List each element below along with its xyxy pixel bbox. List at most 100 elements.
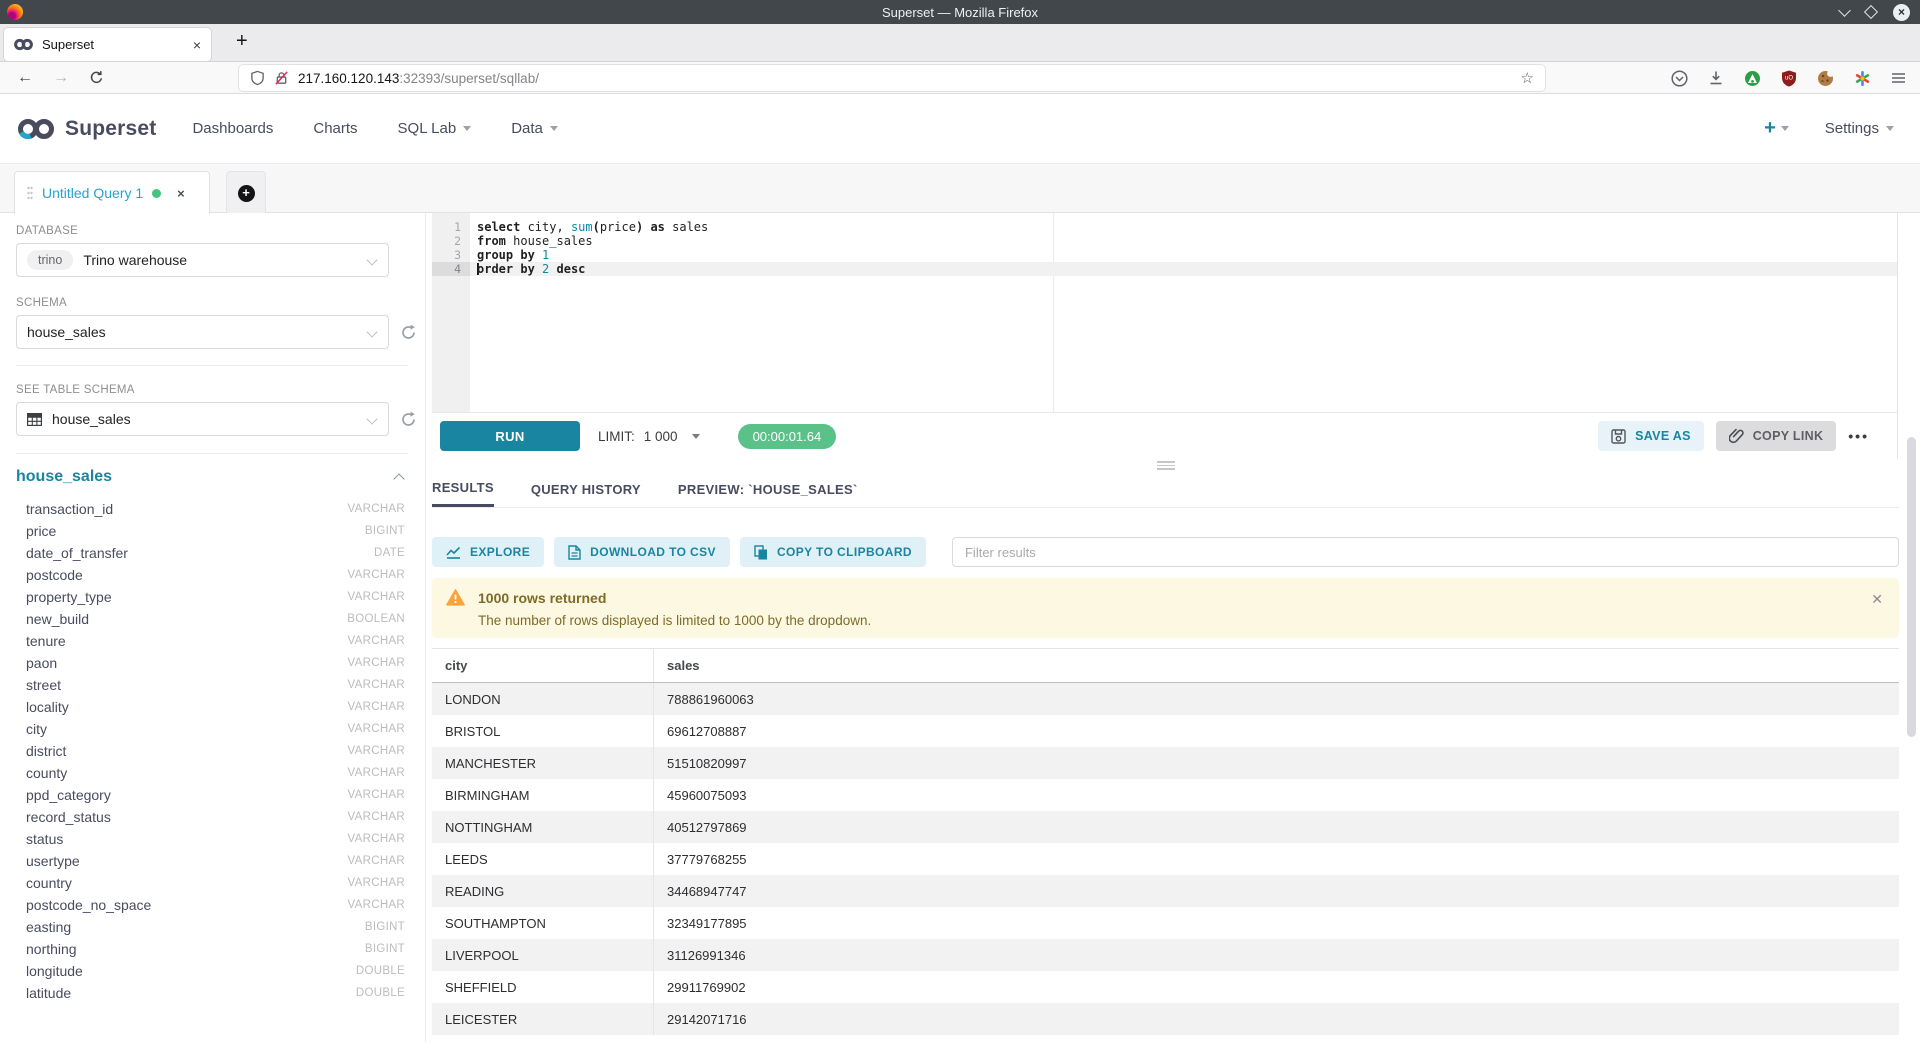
- table-schema-header[interactable]: house_sales: [16, 468, 403, 486]
- back-button[interactable]: ←: [17, 69, 33, 87]
- extension-asterisk-icon[interactable]: [1854, 70, 1871, 87]
- tab-results[interactable]: RESULTS: [432, 471, 494, 507]
- lock-disabled-icon[interactable]: [274, 70, 289, 86]
- tab-preview-house-sales[interactable]: PREVIEW: `HOUSE_SALES`: [678, 471, 858, 507]
- schema-column-row[interactable]: city VARCHAR: [26, 718, 405, 740]
- table-row[interactable]: SOUTHAMPTON 32349177895: [432, 907, 1899, 939]
- forward-button[interactable]: →: [53, 69, 69, 87]
- code-line[interactable]: select city, sum(price) as sales: [470, 220, 1897, 234]
- nav-item-charts[interactable]: Charts: [313, 120, 357, 137]
- explore-button[interactable]: EXPLORE: [432, 537, 544, 567]
- window-minimize-icon[interactable]: [1838, 4, 1851, 17]
- code-line[interactable]: order by 2 desc: [470, 262, 1897, 276]
- results-tab-bar: RESULTS QUERY HISTORY PREVIEW: `HOUSE_SA…: [432, 471, 1899, 508]
- nav-item-data[interactable]: Data: [511, 120, 558, 137]
- schema-column-row[interactable]: northing BIGINT: [26, 938, 405, 960]
- schema-column-row[interactable]: locality VARCHAR: [26, 696, 405, 718]
- download-icon[interactable]: [1708, 70, 1724, 86]
- table-row[interactable]: LONDON 788861960063: [432, 683, 1899, 715]
- refresh-schema-icon[interactable]: [400, 324, 417, 341]
- query-tab-close-icon[interactable]: ×: [177, 186, 185, 201]
- alert-title: 1000 rows returned: [478, 590, 871, 606]
- table-row[interactable]: READING 34468947747: [432, 875, 1899, 907]
- table-row[interactable]: SHEFFIELD 29911769902: [432, 971, 1899, 1003]
- code-line[interactable]: group by 1: [470, 248, 1897, 262]
- limit-dropdown[interactable]: LIMIT: 1 000: [598, 429, 700, 444]
- new-browser-tab-button[interactable]: +: [236, 30, 248, 53]
- schema-column-row[interactable]: easting BIGINT: [26, 916, 405, 938]
- schema-column-row[interactable]: status VARCHAR: [26, 828, 405, 850]
- schema-select[interactable]: house_sales: [16, 315, 389, 349]
- query-tab[interactable]: Untitled Query 1 ×: [14, 171, 210, 214]
- chevron-down-icon: [366, 254, 377, 265]
- alert-close-icon[interactable]: ✕: [1871, 591, 1883, 608]
- refresh-table-icon[interactable]: [400, 411, 417, 428]
- scrollbar-thumb[interactable]: [1907, 437, 1916, 737]
- sql-editor[interactable]: 1234 select city, sum(price) as salesfro…: [432, 213, 1897, 412]
- schema-column-row[interactable]: transaction_id VARCHAR: [26, 498, 405, 520]
- schema-column-row[interactable]: district VARCHAR: [26, 740, 405, 762]
- table-row[interactable]: MANCHESTER 51510820997: [432, 747, 1899, 779]
- cookie-icon[interactable]: [1817, 70, 1834, 87]
- copy-clipboard-button[interactable]: COPY TO CLIPBOARD: [740, 537, 926, 567]
- schema-column-row[interactable]: tenure VARCHAR: [26, 630, 405, 652]
- ublock-icon[interactable]: uO: [1781, 70, 1797, 87]
- schema-column-row[interactable]: county VARCHAR: [26, 762, 405, 784]
- schema-column-row[interactable]: longitude DOUBLE: [26, 960, 405, 982]
- nav-item-dashboards[interactable]: Dashboards: [192, 120, 273, 137]
- nav-item-sql-lab[interactable]: SQL Lab: [398, 120, 472, 137]
- table-row[interactable]: LIVERPOOL 31126991346: [432, 939, 1899, 971]
- schema-column-row[interactable]: new_build BOOLEAN: [26, 608, 405, 630]
- save-as-button[interactable]: SAVE AS: [1598, 421, 1704, 451]
- new-item-button[interactable]: +: [1764, 117, 1789, 140]
- window-maximize-icon[interactable]: [1864, 5, 1878, 19]
- database-select[interactable]: trino Trino warehouse: [16, 243, 389, 277]
- table-row[interactable]: BIRMINGHAM 45960075093: [432, 779, 1899, 811]
- copy-link-button[interactable]: COPY LINK: [1716, 421, 1837, 451]
- schema-column-row[interactable]: postcode_no_space VARCHAR: [26, 894, 405, 916]
- schema-column-row[interactable]: street VARCHAR: [26, 674, 405, 696]
- table-row[interactable]: LEEDS 37779768255: [432, 843, 1899, 875]
- menu-hamburger-icon[interactable]: [1891, 72, 1906, 84]
- shield-icon[interactable]: [250, 70, 265, 86]
- tab-query-history[interactable]: QUERY HISTORY: [531, 471, 641, 507]
- schema-column-row[interactable]: date_of_transfer DATE: [26, 542, 405, 564]
- filter-results-input[interactable]: [952, 537, 1899, 567]
- run-button[interactable]: RUN: [440, 421, 580, 451]
- download-csv-button[interactable]: DOWNLOAD TO CSV: [554, 537, 730, 567]
- column-name: paon: [26, 655, 57, 671]
- browser-tab[interactable]: Superset ×: [4, 28, 211, 61]
- column-header-sales[interactable]: sales: [653, 649, 1899, 682]
- schema-column-row[interactable]: property_type VARCHAR: [26, 586, 405, 608]
- bookmark-star-icon[interactable]: ☆: [1521, 69, 1534, 87]
- url-bar[interactable]: 217.160.120.143:32393/superset/sqllab/ ☆: [239, 65, 1545, 91]
- add-query-tab[interactable]: +: [226, 171, 266, 214]
- pane-resize-handle[interactable]: [1157, 461, 1175, 472]
- column-header-city[interactable]: city: [432, 649, 653, 682]
- reload-button[interactable]: [89, 70, 104, 85]
- superset-brand[interactable]: Superset: [16, 116, 156, 142]
- schema-column-row[interactable]: usertype VARCHAR: [26, 850, 405, 872]
- schema-column-row[interactable]: latitude DOUBLE: [26, 982, 405, 1004]
- settings-menu[interactable]: Settings: [1825, 120, 1894, 137]
- table-row[interactable]: NOTTINGHAM 40512797869: [432, 811, 1899, 843]
- chevron-up-icon[interactable]: [393, 473, 404, 484]
- browser-tab-close-icon[interactable]: ×: [193, 37, 201, 53]
- schema-column-row[interactable]: country VARCHAR: [26, 872, 405, 894]
- schema-column-row[interactable]: postcode VARCHAR: [26, 564, 405, 586]
- schema-column-row[interactable]: record_status VARCHAR: [26, 806, 405, 828]
- pocket-icon[interactable]: [1671, 70, 1688, 87]
- privacy-badger-icon[interactable]: [1744, 70, 1761, 87]
- schema-column-row[interactable]: paon VARCHAR: [26, 652, 405, 674]
- drag-handle-icon[interactable]: [27, 186, 33, 200]
- table-row[interactable]: LEICESTER 29142071716: [432, 1003, 1899, 1035]
- results-table-header[interactable]: city sales: [432, 648, 1899, 683]
- code-line[interactable]: from house_sales: [470, 234, 1897, 248]
- table-select[interactable]: house_sales: [16, 402, 389, 436]
- more-actions-button[interactable]: •••: [1848, 428, 1869, 444]
- table-row[interactable]: BRISTOL 69612708887: [432, 715, 1899, 747]
- window-close-icon[interactable]: ×: [1893, 4, 1910, 21]
- schema-column-row[interactable]: price BIGINT: [26, 520, 405, 542]
- schema-column-row[interactable]: ppd_category VARCHAR: [26, 784, 405, 806]
- editor-code[interactable]: select city, sum(price) as salesfrom hou…: [470, 220, 1897, 276]
